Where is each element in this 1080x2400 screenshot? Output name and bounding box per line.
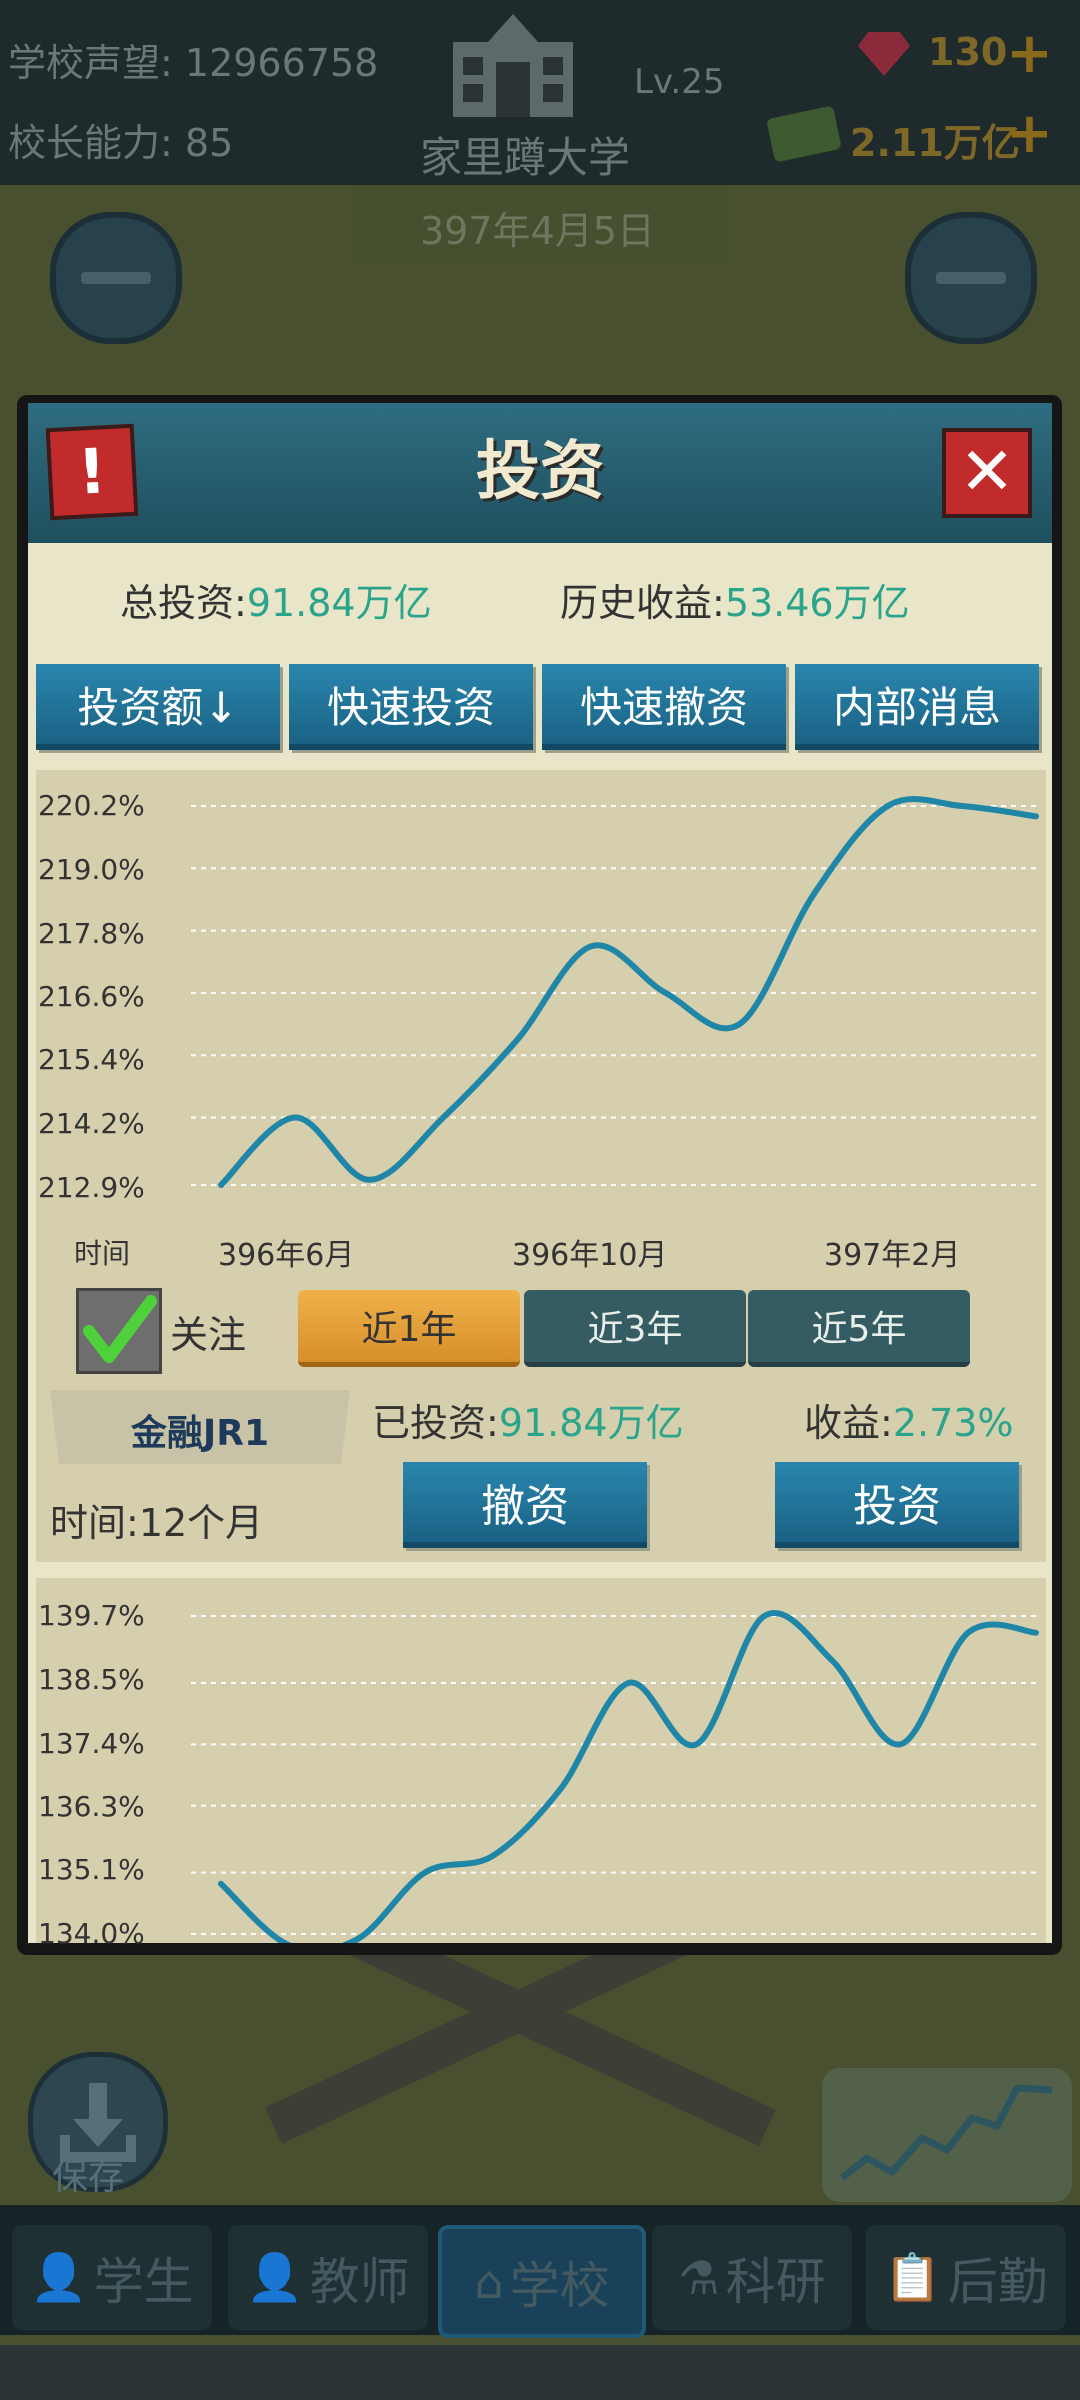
data-point [1035, 1632, 1037, 1634]
x-tick-label: 396年6月 [218, 1238, 355, 1273]
follow-label: 关注 [170, 1313, 247, 1357]
save-label: 保存 [52, 2157, 125, 2198]
y-tick-label: 220.2% [38, 789, 145, 822]
fund-chart [191, 796, 1039, 1188]
y-tick-label: 214.2% [38, 1107, 145, 1140]
money-count: 2.11万亿 [850, 121, 1020, 165]
withdraw-button[interactable]: 撤资 [403, 1462, 647, 1548]
fund-duration-value: 12个月 [138, 1501, 264, 1545]
y-tick-label: 217.8% [38, 917, 145, 950]
game-date: 397年4月5日 [420, 209, 655, 253]
data-point [967, 1632, 969, 1634]
y-tick-label: 212.9% [38, 1171, 145, 1204]
data-point [220, 1184, 222, 1186]
total-investment: 总投资:91.84万亿 [120, 581, 432, 625]
fund-return-value: 2.73% [892, 1401, 1014, 1445]
trend-icon [839, 2084, 1053, 2181]
data-point [356, 1939, 358, 1941]
y-tick-label: 136.3% [38, 1790, 145, 1823]
info-button[interactable]: ! [45, 423, 139, 521]
ability-row: 校长能力: 85 [8, 121, 234, 165]
data-point [220, 1883, 222, 1885]
data-point [831, 1660, 833, 1662]
x-axis-title: 时间 [74, 1237, 131, 1270]
y-tick-label: 138.5% [38, 1663, 145, 1696]
invested-amount-value: 91.84万亿 [498, 1401, 684, 1445]
data-point [695, 1743, 697, 1745]
y-tick-label: 134.0% [38, 1917, 145, 1950]
reputation-row: 学校声望: 12966758 [8, 41, 379, 85]
zoom-out-left-button[interactable] [50, 212, 182, 344]
teacher-icon: 👤 [246, 2250, 304, 2304]
invest-button[interactable]: 投资 [775, 1462, 1019, 1548]
y-tick-label: 215.4% [38, 1043, 145, 1076]
fund-name: 金融JR1 [130, 1413, 270, 1454]
nav-logistics[interactable]: 📋 后勤 [866, 2225, 1066, 2330]
data-point [560, 1788, 562, 1790]
add-gems-button[interactable]: + [1006, 26, 1053, 82]
range-1-year-button[interactable]: 近1年 [298, 1290, 520, 1367]
x-tick-label: 397年2月 [824, 1238, 961, 1273]
school-name: 家里蹲大学 [420, 133, 631, 182]
y-tick-label: 137.4% [38, 1727, 145, 1760]
fund-chart-2 [191, 1610, 1039, 1943]
data-point [628, 1682, 629, 1684]
system-bar [0, 2345, 1080, 2400]
dialog-title: 投资 [476, 435, 604, 509]
tab-quick-invest[interactable]: 快速投资 [289, 664, 533, 750]
school-level: Lv.25 [634, 62, 725, 102]
tab-quick-withdraw[interactable]: 快速撤资 [542, 664, 786, 750]
nav-school[interactable]: ⌂ 学校 [438, 2225, 646, 2338]
invested-amount: 已投资:91.84万亿 [372, 1401, 684, 1445]
mini-chart-widget[interactable] [822, 2068, 1072, 2202]
school-icon: ⌂ [474, 2254, 504, 2309]
y-tick-label: 219.0% [38, 853, 145, 886]
data-point [294, 1117, 296, 1119]
fund-return: 收益:2.73% [804, 1401, 1014, 1445]
y-tick-label: 216.6% [38, 980, 145, 1013]
range-3-year-button[interactable]: 近3年 [524, 1290, 746, 1367]
data-point [763, 1615, 765, 1617]
data-point [813, 893, 815, 895]
data-point [442, 1117, 444, 1119]
history-return-value: 53.46万亿 [724, 581, 910, 625]
data-point [516, 1039, 518, 1041]
add-money-button[interactable]: + [1006, 106, 1053, 162]
y-tick-label: 135.1% [38, 1853, 145, 1886]
student-icon: 👤 [30, 2250, 88, 2304]
zoom-out-right-button[interactable] [905, 212, 1037, 344]
y-tick-label: 139.7% [38, 1599, 145, 1632]
data-point [961, 805, 963, 807]
data-point [1035, 815, 1037, 817]
nav-teachers[interactable]: 👤 教师 [228, 2225, 428, 2330]
data-point [899, 1743, 901, 1745]
x-tick-label: 396年10月 [512, 1238, 668, 1273]
gem-count: 130 [928, 30, 1008, 74]
total-investment-value: 91.84万亿 [246, 581, 432, 625]
series-line [218, 1610, 1039, 1943]
range-5-year-button[interactable]: 近5年 [748, 1290, 970, 1367]
data-point [887, 805, 889, 807]
close-button[interactable]: ✕ [942, 428, 1032, 518]
history-return: 历史收益:53.46万亿 [560, 581, 910, 625]
follow-checkbox[interactable] [76, 1288, 162, 1374]
data-point [739, 1023, 741, 1025]
school-building-icon [453, 14, 573, 117]
nav-students[interactable]: 👤 学生 [12, 2225, 212, 2330]
data-point [424, 1872, 426, 1874]
clipboard-icon: 📋 [884, 2250, 942, 2304]
data-point [590, 945, 592, 947]
checkmark-icon [83, 1295, 157, 1363]
fund-duration: 时间:12个月 [50, 1501, 264, 1545]
data-point [492, 1855, 494, 1857]
tab-sort-by-amount[interactable]: 投资额↓ [36, 664, 280, 750]
data-point [665, 992, 667, 994]
data-point [368, 1179, 370, 1181]
flask-icon: ⚗ [678, 2250, 720, 2305]
nav-research[interactable]: ⚗ 科研 [652, 2225, 852, 2330]
gem-icon [858, 30, 910, 76]
tab-insider-news[interactable]: 内部消息 [795, 664, 1039, 750]
